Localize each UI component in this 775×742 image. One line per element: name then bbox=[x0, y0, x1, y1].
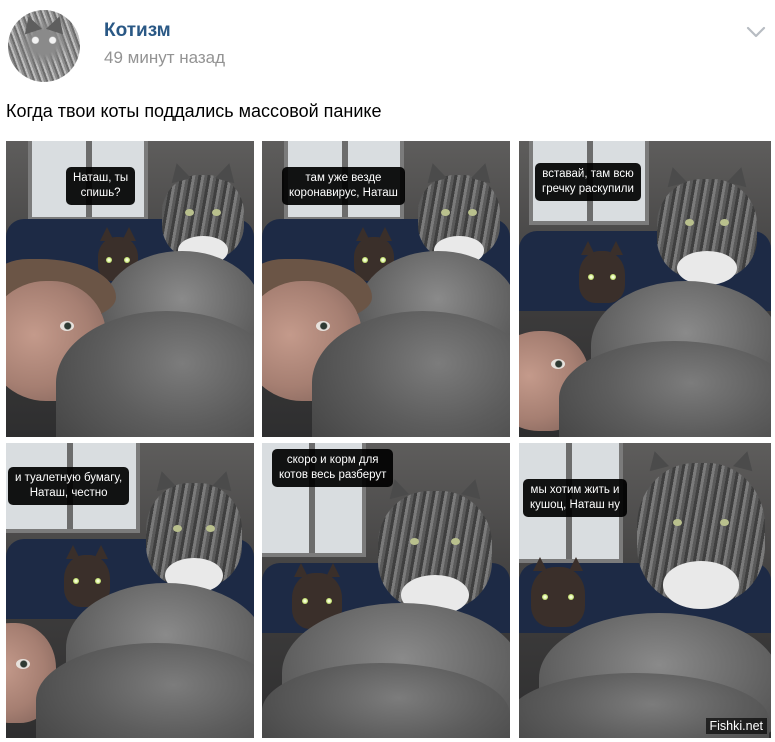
tabby-cat bbox=[378, 476, 492, 615]
community-avatar[interactable] bbox=[8, 10, 80, 82]
dark-cat bbox=[579, 241, 625, 303]
photo-3[interactable]: вставай, там всю гречку раскупили bbox=[519, 141, 771, 437]
photo-1[interactable]: Наташ, ты спишь? bbox=[6, 141, 254, 437]
chevron-down-icon[interactable] bbox=[745, 24, 767, 40]
post-text: Когда твои коты поддались массовой паник… bbox=[6, 101, 382, 121]
photo-caption: Наташ, ты спишь? bbox=[66, 167, 136, 205]
photo-6[interactable]: мы хотим жить и кушоц, Наташ ну Fishki.n… bbox=[519, 443, 771, 738]
tabby-cat bbox=[418, 160, 500, 265]
photo-caption: и туалетную бумагу, Наташ, честно bbox=[8, 467, 130, 505]
tabby-cat bbox=[657, 164, 757, 285]
post-header: Котизм 49 минут назад bbox=[0, 0, 775, 90]
tabby-cat bbox=[146, 468, 242, 593]
photo-grid: Наташ, ты спишь? там уже везде коронавир… bbox=[6, 141, 771, 738]
tabby-cat bbox=[637, 448, 765, 609]
photo-4[interactable]: и туалетную бумагу, Наташ, честно bbox=[6, 443, 254, 738]
dark-cat bbox=[531, 557, 585, 627]
photo-caption: скоро и корм для котов весь разберут bbox=[272, 449, 394, 487]
post-time[interactable]: 49 минут назад bbox=[104, 48, 225, 68]
photo-caption: мы хотим жить и кушоц, Наташ ну bbox=[523, 479, 628, 517]
photo-5[interactable]: скоро и корм для котов весь разберут bbox=[262, 443, 510, 738]
avatar-ear-right bbox=[45, 13, 69, 35]
tabby-cat bbox=[162, 160, 244, 265]
photo-2[interactable]: там уже везде коронавирус, Наташ bbox=[262, 141, 510, 437]
avatar-ear-left bbox=[19, 13, 43, 35]
photo-caption: там уже везде коронавирус, Наташ bbox=[282, 167, 405, 205]
photo-caption: вставай, там всю гречку раскупили bbox=[535, 163, 641, 201]
author-link[interactable]: Котизм bbox=[104, 20, 171, 42]
site-watermark: Fishki.net bbox=[705, 718, 767, 734]
